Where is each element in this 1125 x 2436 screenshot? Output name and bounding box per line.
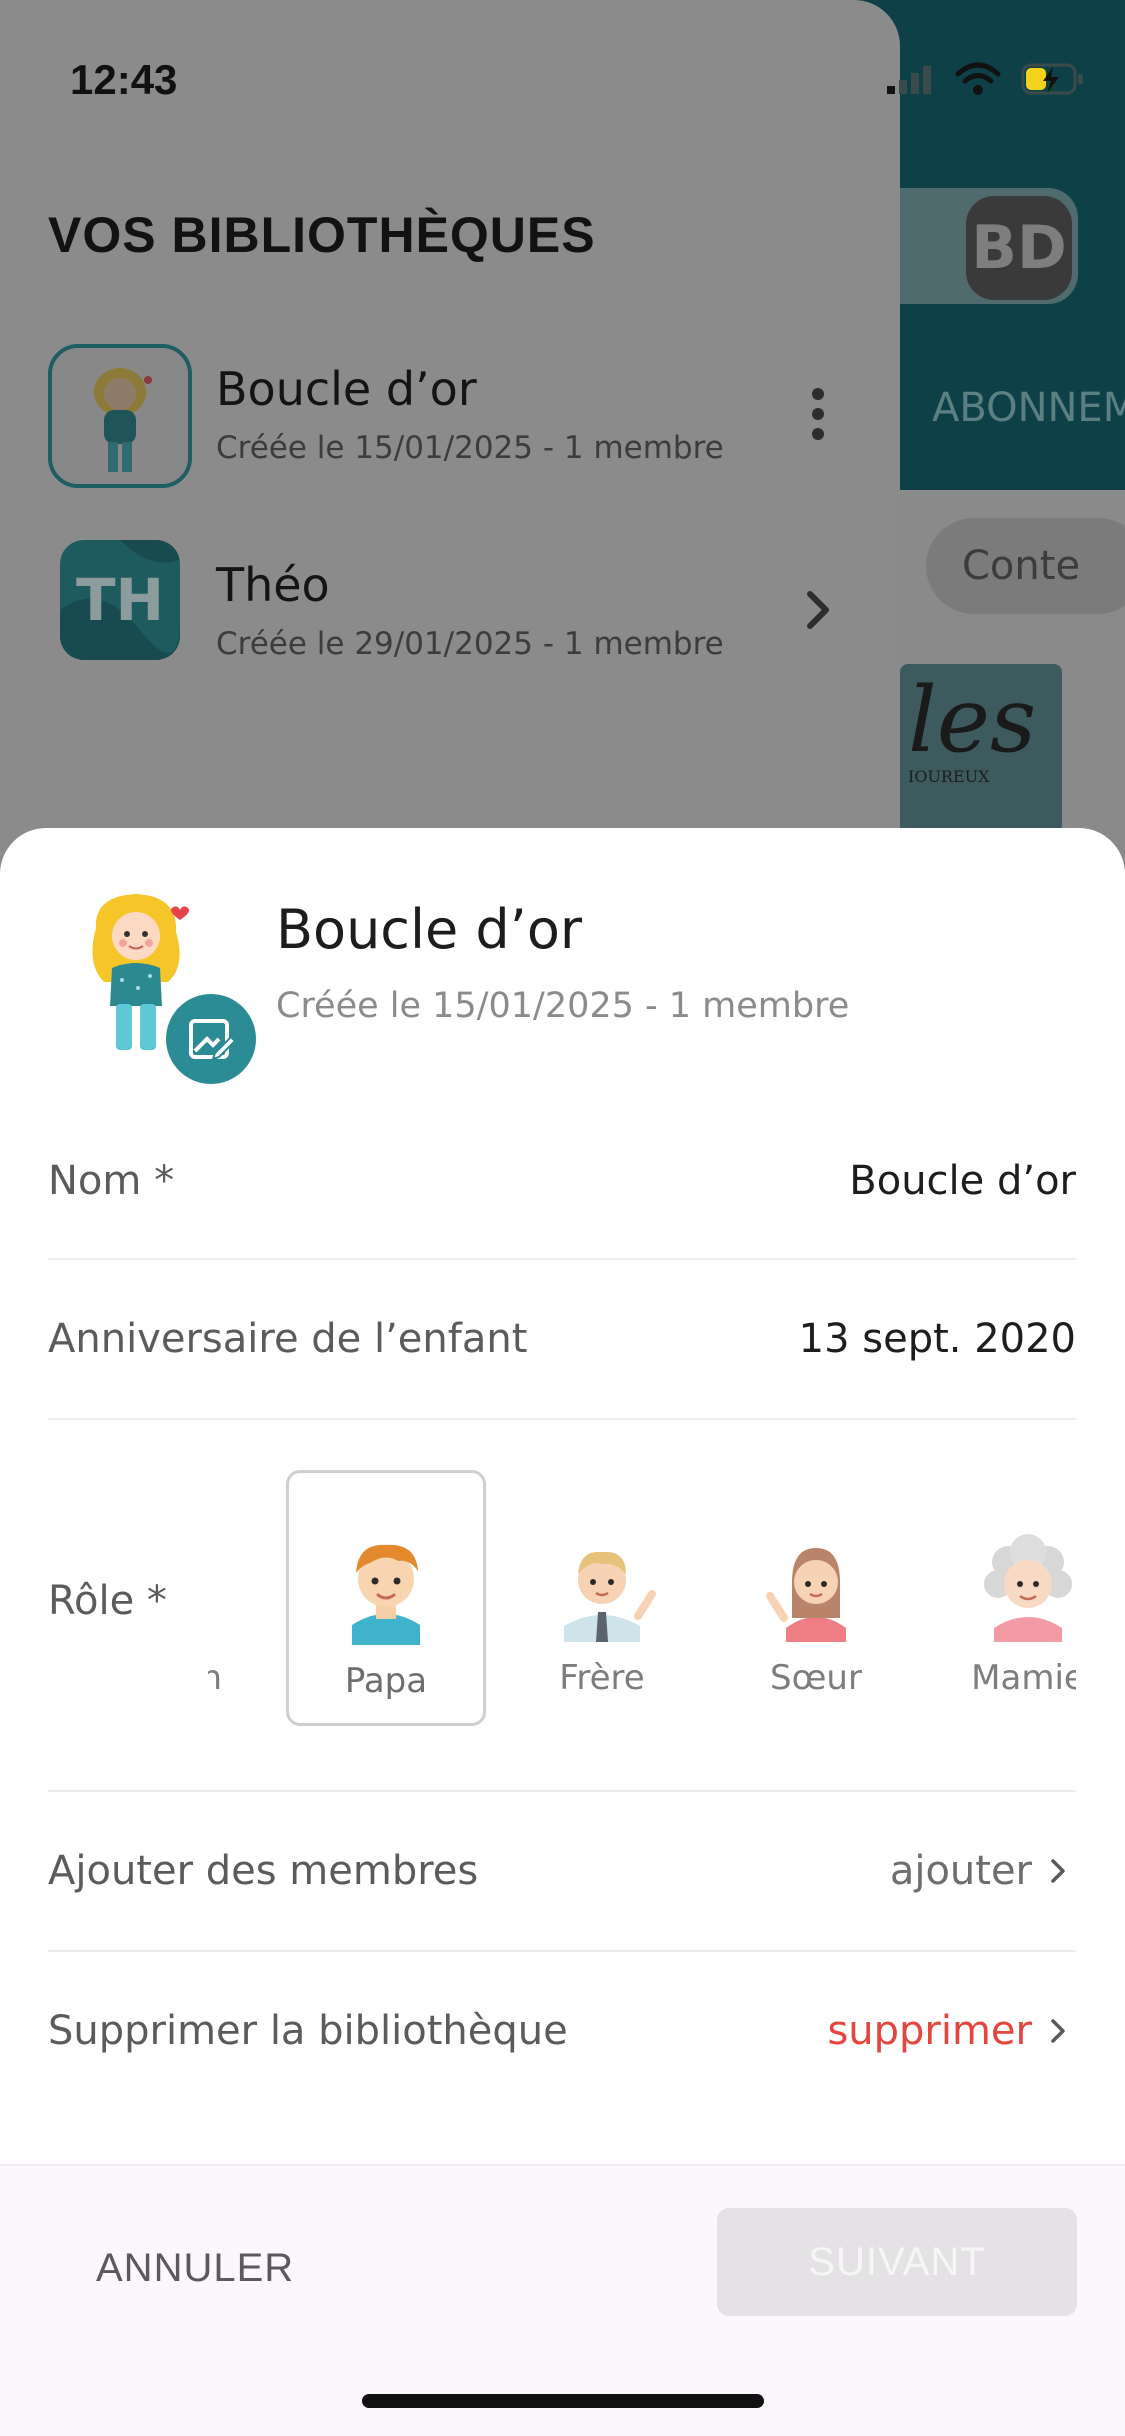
edit-image-icon bbox=[189, 1019, 237, 1061]
filter-chip: Conte bbox=[926, 518, 1125, 614]
drawer-title: VOS BIBLIOTHÈQUES bbox=[48, 207, 596, 263]
brother-face-icon bbox=[564, 1551, 656, 1642]
more-vertical-icon[interactable] bbox=[788, 384, 848, 444]
role-label-text: Frère bbox=[559, 1658, 645, 1698]
role-label: Rôle * bbox=[48, 1578, 167, 1624]
chevron-right-icon[interactable] bbox=[788, 580, 848, 640]
library-meta: Créée le 15/01/2025 - 1 membre bbox=[216, 430, 724, 466]
next-button[interactable]: SUIVANT bbox=[717, 2208, 1077, 2316]
name-value[interactable]: Boucle d’or bbox=[849, 1158, 1076, 1204]
wifi-icon bbox=[955, 62, 1001, 95]
edit-library-sheet: Boucle d’or Créée le 15/01/2025 - 1 memb… bbox=[0, 828, 1125, 2436]
delete-library-action: supprimer bbox=[827, 2008, 1032, 2054]
chevron-right-icon bbox=[1051, 2019, 1065, 2043]
add-members-row[interactable]: Ajouter des membres ajouter bbox=[48, 1792, 1076, 1952]
status-icons bbox=[887, 62, 1085, 96]
home-indicator bbox=[362, 2394, 764, 2408]
user-avatar: BD bbox=[966, 196, 1072, 300]
book-cover: les IOUREUX bbox=[900, 664, 1062, 844]
role-label-text: Mamie bbox=[971, 1658, 1076, 1698]
cancel-button[interactable]: ANNULER bbox=[96, 2246, 294, 2291]
library-meta: Créée le 29/01/2025 - 1 membre bbox=[216, 626, 724, 662]
name-label: Nom * bbox=[48, 1158, 175, 1204]
role-label-text: Papa bbox=[344, 1661, 428, 1701]
delete-library-label: Supprimer la bibliothèque bbox=[48, 2008, 568, 2054]
edit-avatar-button[interactable] bbox=[166, 994, 256, 1084]
delete-library-row[interactable]: Supprimer la bibliothèque supprimer bbox=[48, 1952, 1076, 2112]
sheet-library-meta: Créée le 15/01/2025 - 1 membre bbox=[276, 986, 850, 1026]
chevron-right-icon bbox=[1051, 1859, 1065, 1883]
role-option-soeur[interactable]: Sœur bbox=[716, 1470, 916, 1726]
role-option-partial[interactable]: n bbox=[208, 1470, 228, 1726]
birthday-label: Anniversaire de l’enfant bbox=[48, 1316, 528, 1362]
role-label-text: Sœur bbox=[770, 1658, 862, 1698]
battery-charging-icon bbox=[1021, 63, 1083, 95]
grandma-face-icon bbox=[984, 1534, 1072, 1642]
sheet-library-name: Boucle d’or bbox=[276, 898, 583, 961]
library-item-theo[interactable]: TH Théo Créée le 29/01/2025 - 1 membre bbox=[48, 540, 848, 690]
book-title: les bbox=[908, 668, 1037, 773]
library-avatar: TH bbox=[60, 540, 180, 660]
book-subtitle: IOUREUX bbox=[908, 767, 990, 786]
signal-icon bbox=[887, 66, 931, 94]
name-row[interactable]: Nom * Boucle d’or bbox=[48, 1112, 1076, 1260]
role-option-mamie[interactable]: Mamie bbox=[928, 1470, 1076, 1726]
add-members-label: Ajouter des membres bbox=[48, 1848, 479, 1894]
add-members-action: ajouter bbox=[889, 1848, 1032, 1894]
role-selector[interactable]: n Papa Frère Sœur Mamie bbox=[208, 1470, 1076, 1740]
girl-avatar-icon bbox=[94, 368, 152, 472]
library-name: Théo bbox=[216, 558, 330, 612]
library-avatar bbox=[48, 344, 192, 488]
library-initials: TH bbox=[75, 566, 165, 634]
role-option-papa[interactable]: Papa bbox=[286, 1470, 486, 1726]
tab-subscriptions: ABONNEM bbox=[932, 385, 1125, 431]
papa-face-icon bbox=[352, 1544, 420, 1645]
delete-library-link[interactable]: supprimer bbox=[827, 2008, 1066, 2054]
role-option-frere[interactable]: Frère bbox=[502, 1470, 702, 1726]
library-item-boucle-dor[interactable]: Boucle d’or Créée le 15/01/2025 - 1 memb… bbox=[48, 344, 848, 494]
status-time: 12:43 bbox=[70, 56, 178, 103]
birthday-value[interactable]: 13 sept. 2020 bbox=[799, 1316, 1076, 1362]
role-label-text: n bbox=[208, 1658, 222, 1698]
birthday-row[interactable]: Anniversaire de l’enfant 13 sept. 2020 bbox=[48, 1260, 1076, 1420]
add-members-link[interactable]: ajouter bbox=[890, 1848, 1066, 1894]
sister-face-icon bbox=[766, 1548, 846, 1642]
library-name: Boucle d’or bbox=[216, 362, 477, 416]
